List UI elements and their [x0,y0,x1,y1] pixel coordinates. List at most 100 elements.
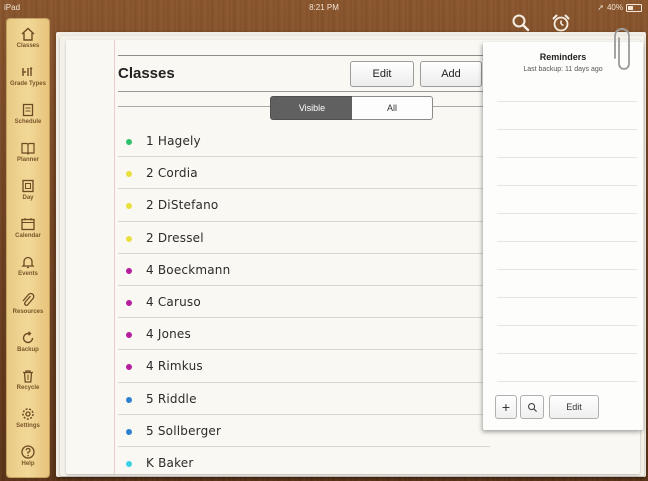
class-color-dot [126,139,132,145]
grade-types-icon [22,67,33,76]
reminder-line [497,353,637,354]
class-row[interactable]: 4 Caruso [118,286,490,319]
alarm-clock-icon[interactable] [550,12,572,34]
class-row[interactable]: 2 Dressel [118,222,490,254]
header-top-rule [118,55,486,56]
status-time: 8:21 PM [309,3,339,12]
header-bottom-rule [118,91,486,92]
sidebar-item-label: Recycle [16,385,40,391]
battery-percent: 40% [606,3,623,12]
class-name: 4 Boeckmann [146,262,231,277]
sidebar-item-calendar[interactable]: Calendar [6,212,50,250]
edit-reminders-button[interactable]: Edit [549,395,599,419]
battery-icon [626,3,642,12]
sidebar-item-backup[interactable]: Backup [6,326,50,364]
class-color-dot [126,460,132,467]
schedule-icon [22,103,34,117]
edit-button[interactable]: Edit [350,61,414,87]
class-color-dot [126,267,132,274]
sidebar-item-label: Day [22,195,34,201]
house-icon [21,27,35,41]
paperclip-icon [22,292,35,306]
sidebar-item-label: Resources [12,309,44,315]
reminder-line [497,269,637,270]
reminders-panel: Reminders Last backup: 11 days ago + Edi… [483,42,643,430]
sidebar-item-label: Grade Types [10,81,46,87]
class-color-dot [126,364,132,371]
class-name: 5 Sollberger [146,423,222,438]
filter-visible-tab[interactable]: Visible [270,96,354,120]
class-row[interactable]: 4 Rimkus [118,350,490,383]
sidebar-item-classes[interactable]: Classes [6,22,50,60]
add-button[interactable]: Add [420,61,482,87]
help-icon [21,445,35,459]
class-row[interactable]: 2 DiStefano [118,189,490,222]
sidebar-item-label: Classes [16,43,40,49]
class-row[interactable]: 5 Riddle [118,383,490,415]
class-color-dot [126,235,132,242]
class-color-dot [126,203,132,210]
filter-all-tab[interactable]: All [352,96,433,120]
class-name: 1 Hagely [146,134,201,148]
paperclip-icon [614,28,630,70]
class-name: 2 Cordia [146,166,198,181]
sidebar-item-label: Schedule [14,119,42,125]
class-row[interactable]: 4 Jones [118,318,490,351]
sidebar-item-label: Calendar [15,233,41,239]
sidebar-item-recycle[interactable]: Recycle [6,364,50,402]
sidebar-item-label: Help [21,461,35,467]
sidebar: Classes Grade Types Schedule Planner Day… [6,18,50,478]
gear-icon [22,408,34,420]
class-color-dot [126,332,132,339]
sidebar-item-schedule[interactable]: Schedule [6,98,50,136]
class-color-dot [126,299,132,306]
filter-rule-left [118,106,270,107]
sidebar-item-grade-types[interactable]: Grade Types [6,60,50,98]
class-row[interactable]: K Baker [118,447,490,478]
search-icon [527,402,537,412]
search-icon[interactable] [510,12,532,34]
backup-icon [22,331,34,344]
sidebar-item-help[interactable]: Help [6,440,50,478]
reminder-line [497,325,637,326]
class-name: 4 Jones [146,327,191,342]
sidebar-item-day[interactable]: Day [6,174,50,212]
sidebar-item-settings[interactable]: Settings [6,402,50,440]
location-icon: ➚ [597,3,604,12]
class-color-dot [126,171,132,178]
class-name: 4 Caruso [146,294,201,309]
reminder-line [497,213,637,214]
class-name: 5 Riddle [146,391,197,406]
sidebar-item-planner[interactable]: Planner [6,136,50,174]
calendar-icon [21,218,35,231]
class-row[interactable]: 1 Hagely [118,125,490,158]
class-row[interactable]: 5 Sollberger [118,415,490,447]
reminder-line [497,129,637,130]
search-reminders-button[interactable] [520,395,544,419]
sidebar-item-label: Settings [16,423,40,429]
sidebar-item-events[interactable]: Events [6,250,50,288]
margin-line [114,40,115,474]
reminder-line [497,185,637,186]
day-icon [22,179,34,193]
book-icon [21,142,35,155]
sidebar-item-resources[interactable]: Resources [6,288,50,326]
class-row[interactable]: 2 Cordia [118,157,490,190]
sidebar-item-label: Planner [16,157,39,163]
status-right: ➚ 40% [597,3,642,12]
reminder-line [497,297,637,298]
sidebar-item-label: Backup [17,347,39,353]
class-name: 4 Rimkus [146,359,203,374]
class-color-dot [126,428,132,435]
class-list: 1 Hagely 2 Cordia 2 DiStefano 2 Dressel … [118,125,490,478]
class-name: K Baker [146,455,194,470]
sidebar-item-label: Events [18,271,38,277]
class-name: 2 Dressel [146,230,204,245]
class-color-dot [126,396,132,403]
add-reminder-button[interactable]: + [495,395,517,419]
class-name: 2 DiStefano [146,198,219,213]
reminder-line [497,381,637,382]
reminder-line [497,157,637,158]
class-row[interactable]: 4 Boeckmann [118,254,490,286]
filter-rule-right [432,106,486,107]
